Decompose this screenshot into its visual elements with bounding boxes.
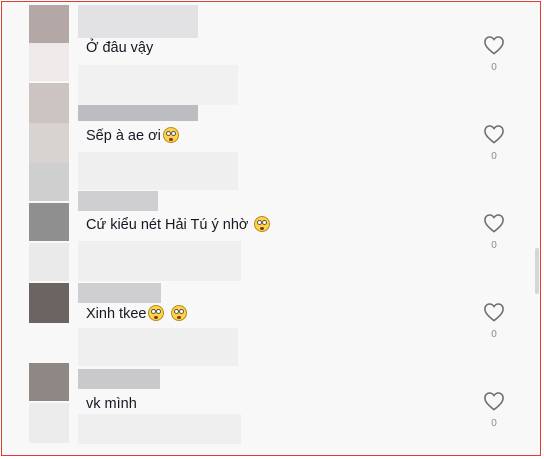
censored-avatar: [29, 123, 69, 163]
comment-text: vk mình: [86, 395, 137, 413]
like-count: 0: [491, 240, 497, 251]
comment-list: Ở đâu vậy 0 Sếp à ae ơi 0 Cứ kiểu nét Hả…: [2, 2, 540, 455]
censored-username: [78, 283, 161, 303]
heart-outline-icon: [484, 214, 504, 233]
like-count: 0: [491, 151, 497, 162]
censored-avatar: [29, 163, 69, 201]
flushed-face-icon: [254, 216, 271, 232]
censored-avatar: [29, 363, 69, 401]
censored-avatar: [29, 243, 69, 281]
censored-avatar: [29, 5, 69, 43]
comment-text-content: Cứ kiểu nét Hải Tú ý nhờ: [86, 217, 249, 233]
censored-avatar: [29, 203, 69, 241]
like-button[interactable]: [483, 391, 505, 411]
censored-avatar: [29, 403, 69, 443]
like-count: 0: [491, 418, 497, 429]
censored-avatar: [29, 83, 69, 123]
scrollbar-thumb[interactable]: [535, 248, 539, 294]
comment-text: Ở đâu vậy: [86, 39, 153, 57]
like-count: 0: [491, 329, 497, 340]
like-count: 0: [491, 62, 497, 73]
flushed-face-icon: [162, 127, 179, 143]
comment-text: Cứ kiểu nét Hải Tú ý nhờ: [86, 216, 271, 234]
comment-text-content: Sếp à ae ơi: [86, 128, 161, 144]
censored-reply-row: [78, 152, 238, 190]
censored-reply-row: [78, 241, 241, 281]
censored-username: [78, 191, 158, 211]
comment-text: Sếp à ae ơi: [86, 127, 179, 145]
heart-outline-icon: [484, 392, 504, 411]
heart-outline-icon: [484, 125, 504, 144]
like-button[interactable]: [483, 35, 505, 55]
like-button[interactable]: [483, 213, 505, 233]
like-button[interactable]: [483, 124, 505, 144]
like-button[interactable]: [483, 302, 505, 322]
censored-avatar: [29, 43, 69, 81]
censored-avatar: [29, 283, 69, 323]
flushed-face-icon: [170, 305, 187, 321]
censored-username: [78, 369, 160, 389]
flushed-face-icon: [148, 305, 165, 321]
censored-reply-row: [78, 414, 241, 444]
heart-outline-icon: [484, 303, 504, 322]
comment-text-content: vk mình: [86, 396, 137, 412]
comment-text-content: Xinh tkee: [86, 306, 147, 322]
censored-reply-row: [78, 65, 238, 105]
censored-reply-row: [78, 328, 238, 366]
screenshot-frame: Ở đâu vậy 0 Sếp à ae ơi 0 Cứ kiểu nét Hả…: [1, 1, 541, 456]
censored-username: [78, 5, 198, 38]
comment-text: Xinh tkee: [86, 305, 187, 323]
comment-text-content: Ở đâu vậy: [86, 40, 154, 56]
censored-username: [78, 105, 198, 121]
heart-outline-icon: [484, 36, 504, 55]
